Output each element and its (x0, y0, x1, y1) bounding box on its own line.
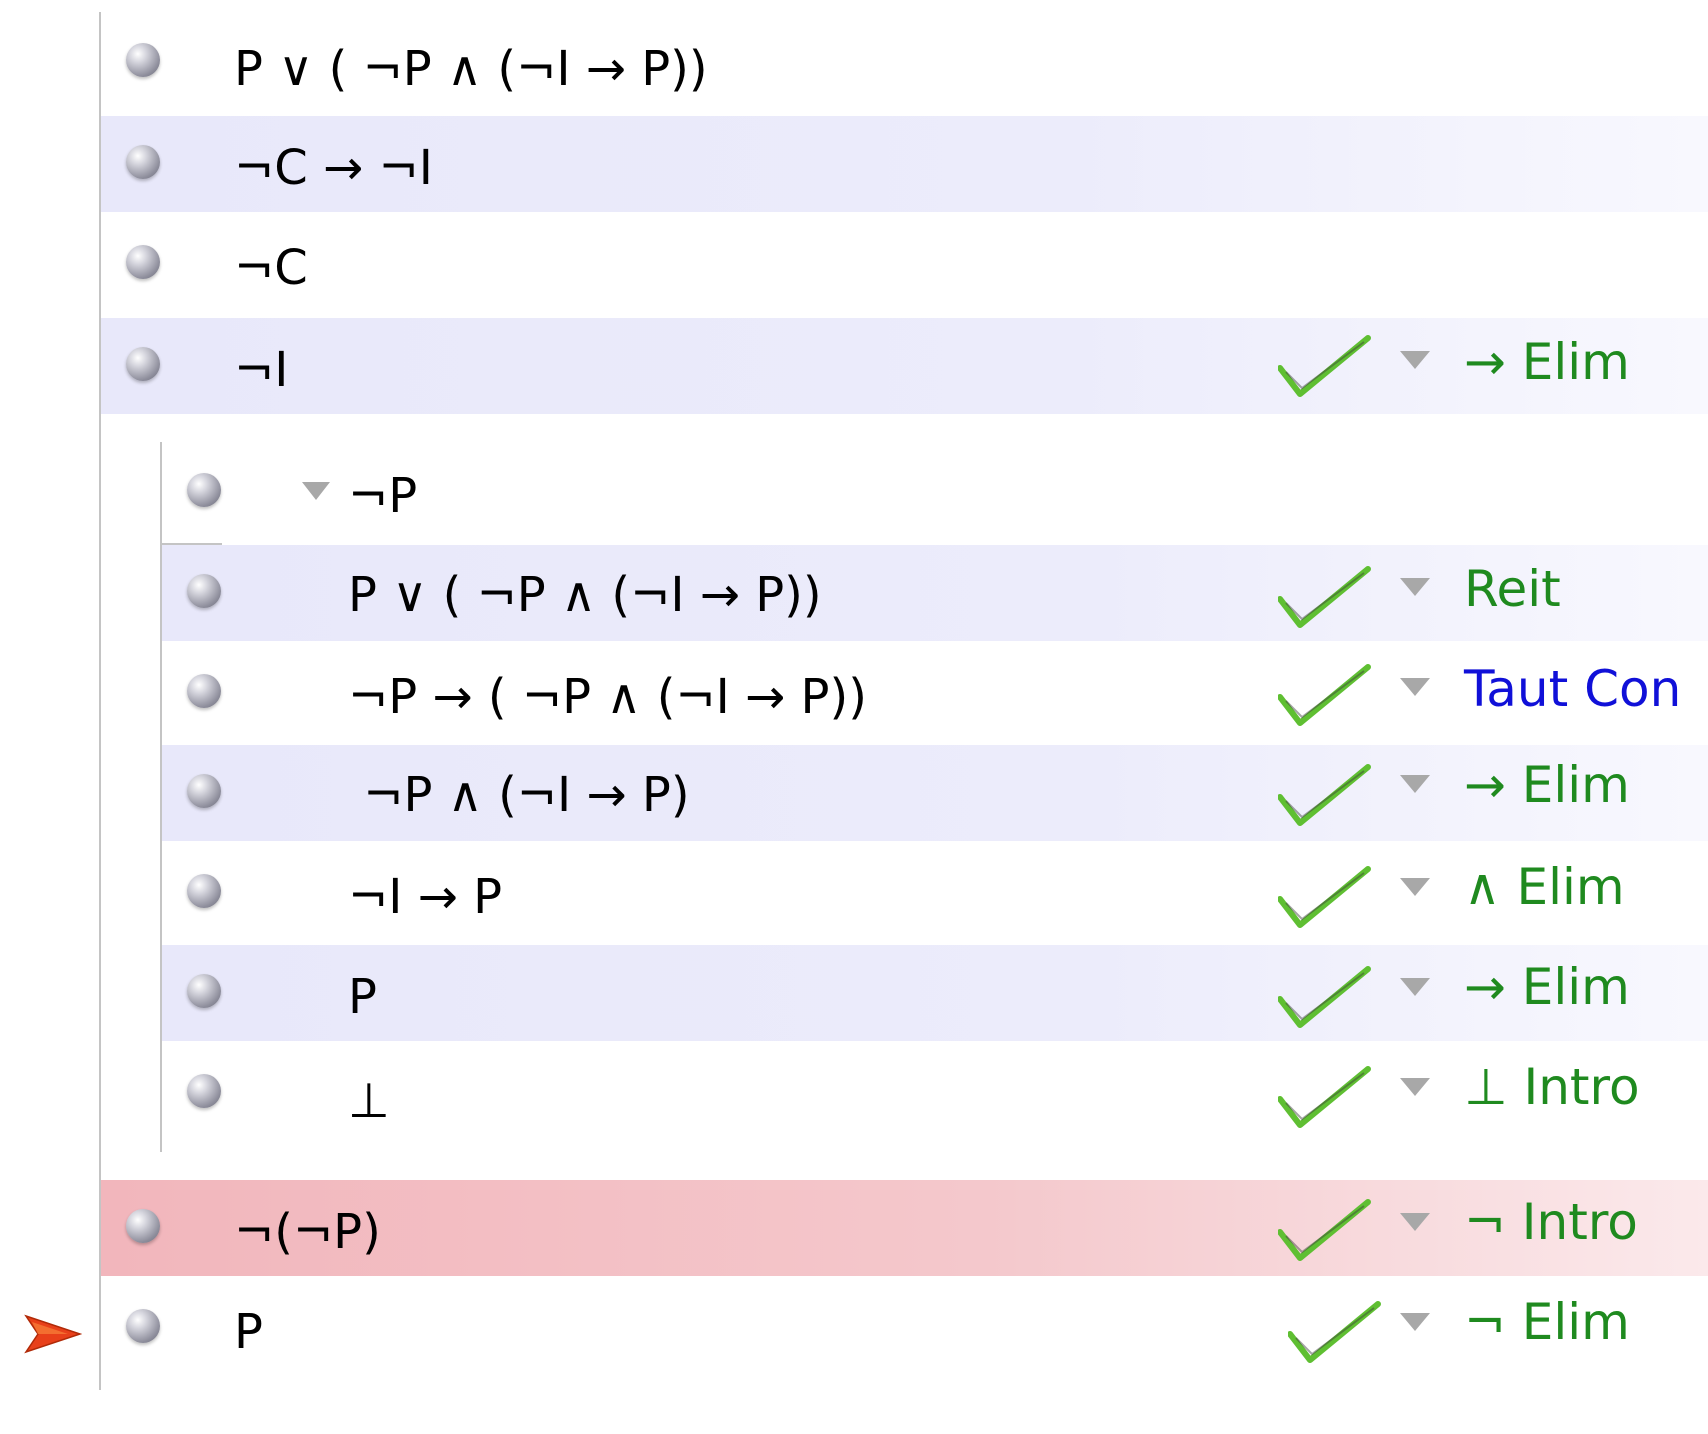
step-bullet-icon[interactable] (126, 145, 160, 179)
proof-step-goal[interactable]: P ¬ Elim (101, 1280, 1708, 1376)
rule-label[interactable]: Taut Con (1464, 659, 1681, 719)
dropdown-triangle-icon[interactable] (1400, 678, 1430, 696)
dropdown-triangle-icon[interactable] (1400, 978, 1430, 996)
checkmark-icon (1278, 566, 1371, 628)
proof-step[interactable]: ¬I → Elim (101, 318, 1708, 414)
formula[interactable]: P (348, 967, 377, 1027)
checkmark-icon (1278, 664, 1371, 726)
rule-label[interactable]: ⊥ Intro (1464, 1057, 1640, 1117)
checkmark-icon (1288, 1301, 1381, 1363)
rule-label[interactable]: ¬ Intro (1464, 1192, 1638, 1252)
step-bullet-icon[interactable] (187, 574, 221, 608)
step-bullet-icon[interactable] (126, 347, 160, 381)
rule-label[interactable]: → Elim (1464, 957, 1630, 1017)
checkmark-icon (1278, 1199, 1371, 1261)
step-bullet-icon[interactable] (187, 774, 221, 808)
formula[interactable]: P ∨ ( ¬P ∧ (¬I → P)) (234, 39, 708, 99)
dropdown-triangle-icon[interactable] (1400, 878, 1430, 896)
step-bullet-icon[interactable] (126, 245, 160, 279)
checkmark-icon (1278, 1066, 1371, 1128)
rule-label[interactable]: Reit (1464, 559, 1561, 619)
step-bullet-icon[interactable] (187, 974, 221, 1008)
formula[interactable]: ⊥ (348, 1071, 390, 1131)
rule-label[interactable]: → Elim (1464, 332, 1630, 392)
formula[interactable]: ¬P → ( ¬P ∧ (¬I → P)) (348, 667, 867, 727)
proof-step[interactable]: P ∨ ( ¬P ∧ (¬I → P)) Reit (162, 545, 1708, 641)
formula[interactable]: ¬(¬P) (234, 1202, 381, 1262)
proof-step-premise-1[interactable]: P ∨ ( ¬P ∧ (¬I → P)) (101, 19, 1708, 115)
step-bullet-icon[interactable] (126, 43, 160, 77)
formula[interactable]: ¬I (234, 340, 288, 400)
subproof-assumption-step[interactable]: ¬P (162, 444, 1708, 540)
rule-label[interactable]: → Elim (1464, 755, 1630, 815)
checkmark-icon (1278, 335, 1371, 397)
step-bullet-icon[interactable] (187, 473, 221, 507)
formula[interactable]: ¬P ∧ (¬I → P) (348, 765, 689, 825)
proof-step[interactable]: ¬P → ( ¬P ∧ (¬I → P)) Taut Con (162, 645, 1708, 741)
proof-step-premise-3[interactable]: ¬C (101, 216, 1708, 312)
dropdown-triangle-icon[interactable] (1400, 1213, 1430, 1231)
rule-label[interactable]: ¬ Elim (1464, 1292, 1630, 1352)
dropdown-triangle-icon[interactable] (1400, 775, 1430, 793)
proof-step[interactable]: ⊥ ⊥ Intro (162, 1045, 1708, 1141)
dropdown-triangle-icon[interactable] (1400, 1078, 1430, 1096)
formula[interactable]: ¬I → P (348, 867, 502, 927)
checkmark-icon (1278, 866, 1371, 928)
formula[interactable]: P ∨ ( ¬P ∧ (¬I → P)) (348, 565, 822, 625)
dropdown-triangle-icon[interactable] (1400, 351, 1430, 369)
formula[interactable]: ¬C (234, 238, 308, 298)
rule-label[interactable]: ∧ Elim (1464, 857, 1625, 917)
collapse-triangle-icon[interactable] (302, 482, 330, 500)
proof-step-selected[interactable]: ¬(¬P) ¬ Intro (101, 1180, 1708, 1276)
checkmark-icon (1278, 966, 1371, 1028)
formula[interactable]: ¬P (348, 466, 417, 526)
proof-step[interactable]: ¬I → P ∧ Elim (162, 845, 1708, 941)
formula[interactable]: P (234, 1302, 263, 1362)
proof-step[interactable]: ¬P ∧ (¬I → P) → Elim (162, 745, 1708, 841)
step-bullet-icon[interactable] (187, 1074, 221, 1108)
dropdown-triangle-icon[interactable] (1400, 1313, 1430, 1331)
proof-panel: P ∨ ( ¬P ∧ (¬I → P)) ¬C → ¬I ¬C ¬I → Eli… (0, 0, 1708, 1434)
proof-step-premise-2[interactable]: ¬C → ¬I (101, 116, 1708, 212)
focus-arrow-icon (24, 1314, 82, 1354)
dropdown-triangle-icon[interactable] (1400, 578, 1430, 596)
formula[interactable]: ¬C → ¬I (234, 138, 433, 198)
step-bullet-icon[interactable] (126, 1309, 160, 1343)
step-bullet-icon[interactable] (126, 1209, 160, 1243)
step-bullet-icon[interactable] (187, 674, 221, 708)
checkmark-icon (1278, 764, 1371, 826)
proof-step[interactable]: P → Elim (162, 945, 1708, 1041)
step-bullet-icon[interactable] (187, 874, 221, 908)
